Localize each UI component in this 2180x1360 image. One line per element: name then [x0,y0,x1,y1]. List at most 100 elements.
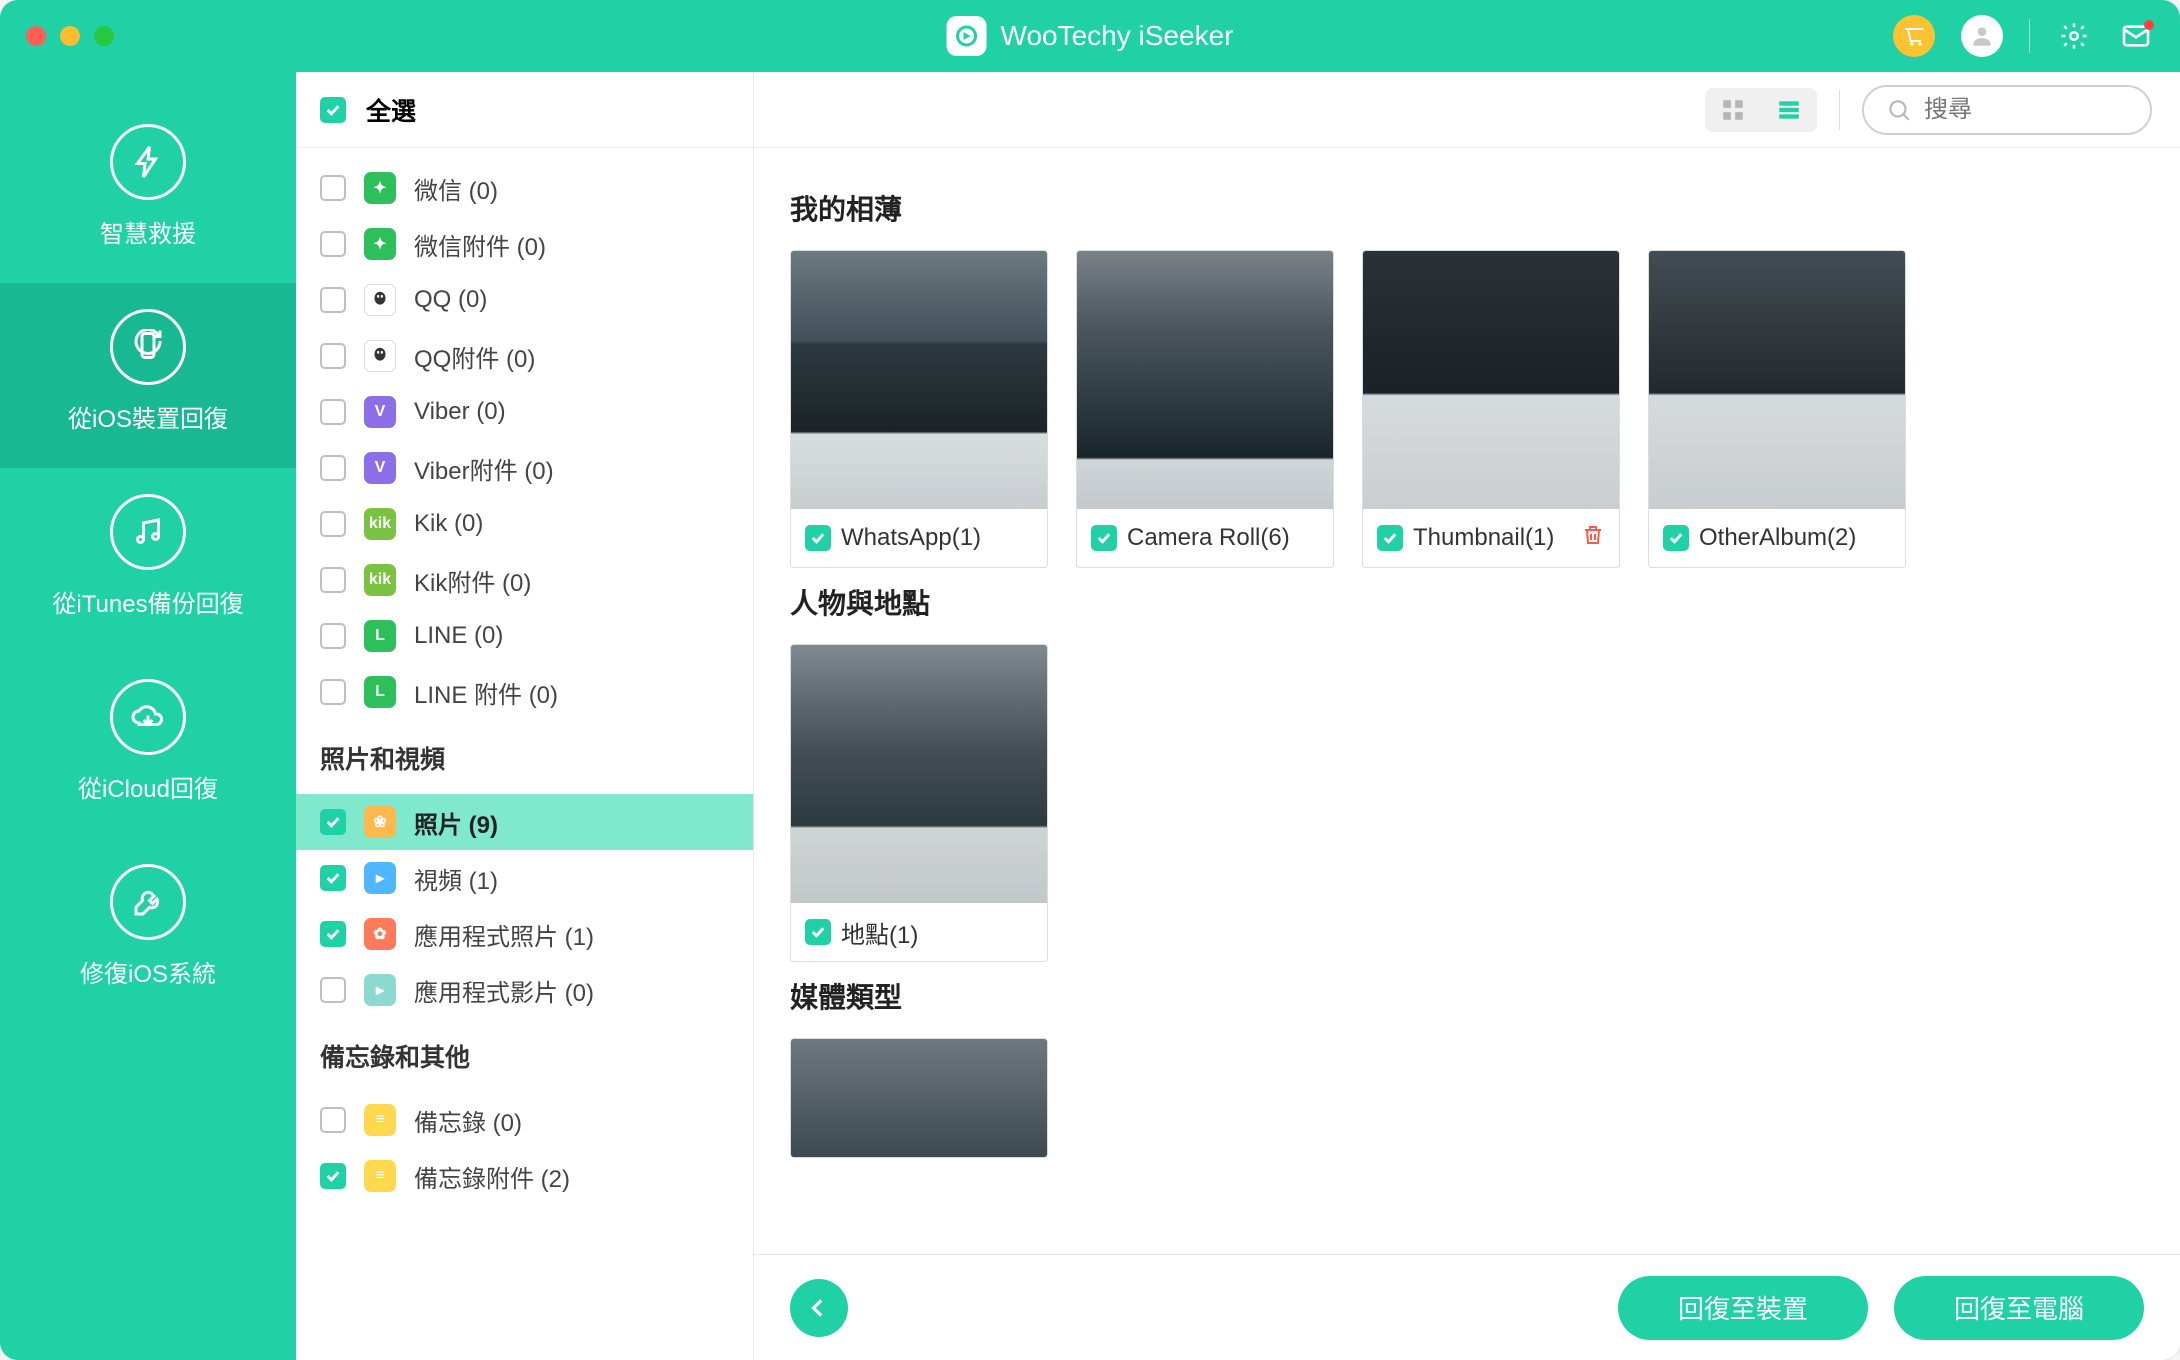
checkbox[interactable] [320,511,346,537]
category-row[interactable]: ▸ 應用程式影片 (0) [296,962,753,1018]
category-row[interactable]: kikKik (0) [296,496,753,552]
category-icon: ▸ [364,974,396,1006]
select-all-checkbox[interactable] [320,97,346,123]
category-row[interactable]: ✦微信 (0) [296,160,753,216]
select-all-row[interactable]: 全選 [296,72,753,148]
checkbox[interactable] [805,919,831,945]
recover-to-device-button[interactable]: 回復至裝置 [1618,1276,1868,1340]
category-label: WhatsApp附件 (205) [414,148,729,150]
cloud-download-icon [110,679,186,755]
album-card[interactable]: 地點(1) [790,644,1048,962]
category-label: QQ (0) [414,286,729,314]
nav-label: 從iCloud回復 [78,769,218,804]
category-label: 備忘錄附件 (2) [414,1159,729,1194]
album-card[interactable] [790,1038,1048,1158]
category-icon: ▸ [364,862,396,894]
recover-to-pc-button[interactable]: 回復至電腦 [1894,1276,2144,1340]
category-row[interactable]: ≡備忘錄 (0) [296,1092,753,1148]
checkbox[interactable] [320,455,346,481]
category-row[interactable]: kikKik附件 (0) [296,552,753,608]
cart-button[interactable] [1893,15,1935,57]
category-row[interactable]: ✦微信附件 (0) [296,216,753,272]
album-thumbnail [1363,251,1619,509]
category-section-header: 照片和視頻 [296,720,753,794]
checkbox[interactable] [320,977,346,1003]
category-row[interactable]: L LINE 附件 (0) [296,664,753,720]
album-card[interactable]: OtherAlbum(2) [1648,250,1906,568]
checkbox[interactable] [320,399,346,425]
checkbox[interactable] [320,865,346,891]
category-label: 應用程式影片 (0) [414,973,729,1008]
content-scroll[interactable]: 我的相薄 WhatsApp(1) Camera Roll(6) Thumbnai… [754,148,2180,1254]
app-logo-icon [947,16,987,56]
checkbox[interactable] [1377,525,1403,551]
list-view-button[interactable] [1761,88,1817,132]
category-row[interactable]: ▸ 視頻 (1) [296,850,753,906]
category-icon: L [364,676,396,708]
category-icon: ≡ [364,1160,396,1192]
category-icon: V [364,452,396,484]
category-label: LINE 附件 (0) [414,675,729,710]
checkbox[interactable] [1663,525,1689,551]
nav-label: 從iOS裝置回復 [68,399,228,434]
titlebar: WooTechy iSeeker [0,0,2180,72]
main-panel: 我的相薄 WhatsApp(1) Camera Roll(6) Thumbnai… [754,72,2180,1360]
title-right [1893,15,2154,57]
category-row[interactable]: ✿應用程式照片 (1) [296,906,753,962]
album-card[interactable]: WhatsApp(1) [790,250,1048,568]
album-label: WhatsApp(1) [841,524,981,552]
category-row[interactable]: ❀照片 (9) [296,794,753,850]
app-title: WooTechy iSeeker [1001,20,1234,52]
album-card[interactable]: Thumbnail(1) [1362,250,1620,568]
nav-itunes[interactable]: 從iTunes備份回復 [0,468,296,653]
back-button[interactable] [790,1279,848,1337]
section-title-media: 媒體類型 [790,976,2144,1016]
close-window-button[interactable] [26,26,46,46]
category-row[interactable]: V Viber附件 (0) [296,440,753,496]
album-label: OtherAlbum(2) [1699,524,1856,552]
category-row[interactable]: LLINE (0) [296,608,753,664]
checkbox[interactable] [320,623,346,649]
checkbox[interactable] [320,175,346,201]
checkbox[interactable] [320,287,346,313]
maximize-window-button[interactable] [94,26,114,46]
checkbox[interactable] [320,921,346,947]
album-thumbnail [791,645,1047,903]
category-row[interactable]: ✆WhatsApp附件 (205) [296,148,753,160]
mail-button[interactable] [2118,18,2154,54]
minimize-window-button[interactable] [60,26,80,46]
nav-icloud[interactable]: 從iCloud回復 [0,653,296,838]
checkbox[interactable] [320,679,346,705]
category-row[interactable]: ≡ 備忘錄附件 (2) [296,1148,753,1204]
nav-ios-device[interactable]: 從iOS裝置回復 [0,283,296,468]
checkbox[interactable] [805,525,831,551]
checkbox[interactable] [320,343,346,369]
checkbox[interactable] [320,231,346,257]
trash-icon[interactable] [1581,523,1605,554]
category-label: 備忘錄 (0) [414,1103,729,1138]
settings-button[interactable] [2056,18,2092,54]
checkbox[interactable] [320,809,346,835]
search-box[interactable] [1862,85,2152,135]
category-label: 微信 (0) [414,171,729,206]
category-row[interactable]: QQ附件 (0) [296,328,753,384]
category-row[interactable]: VViber (0) [296,384,753,440]
album-card[interactable]: Camera Roll(6) [1076,250,1334,568]
category-label: 應用程式照片 (1) [414,917,729,952]
grid-view-button[interactable] [1705,88,1761,132]
search-input[interactable] [1924,96,2104,124]
nav-smart-recovery[interactable]: 智慧救援 [0,98,296,283]
category-label: 視頻 (1) [414,861,729,896]
category-label: Viber附件 (0) [414,451,729,486]
checkbox[interactable] [320,567,346,593]
checkbox[interactable] [1091,525,1117,551]
category-scroll[interactable]: ✆WhatsApp附件 (205)✦微信 (0)✦微信附件 (0) QQ (0) Q… [296,148,753,1360]
content-toolbar [754,72,2180,148]
category-icon: L [364,620,396,652]
nav-repair-ios[interactable]: 修復iOS系統 [0,838,296,1023]
profile-button[interactable] [1961,15,2003,57]
checkbox[interactable] [320,1107,346,1133]
checkbox[interactable] [320,1163,346,1189]
category-row[interactable]: QQ (0) [296,272,753,328]
album-footer: Thumbnail(1) [1363,509,1619,567]
